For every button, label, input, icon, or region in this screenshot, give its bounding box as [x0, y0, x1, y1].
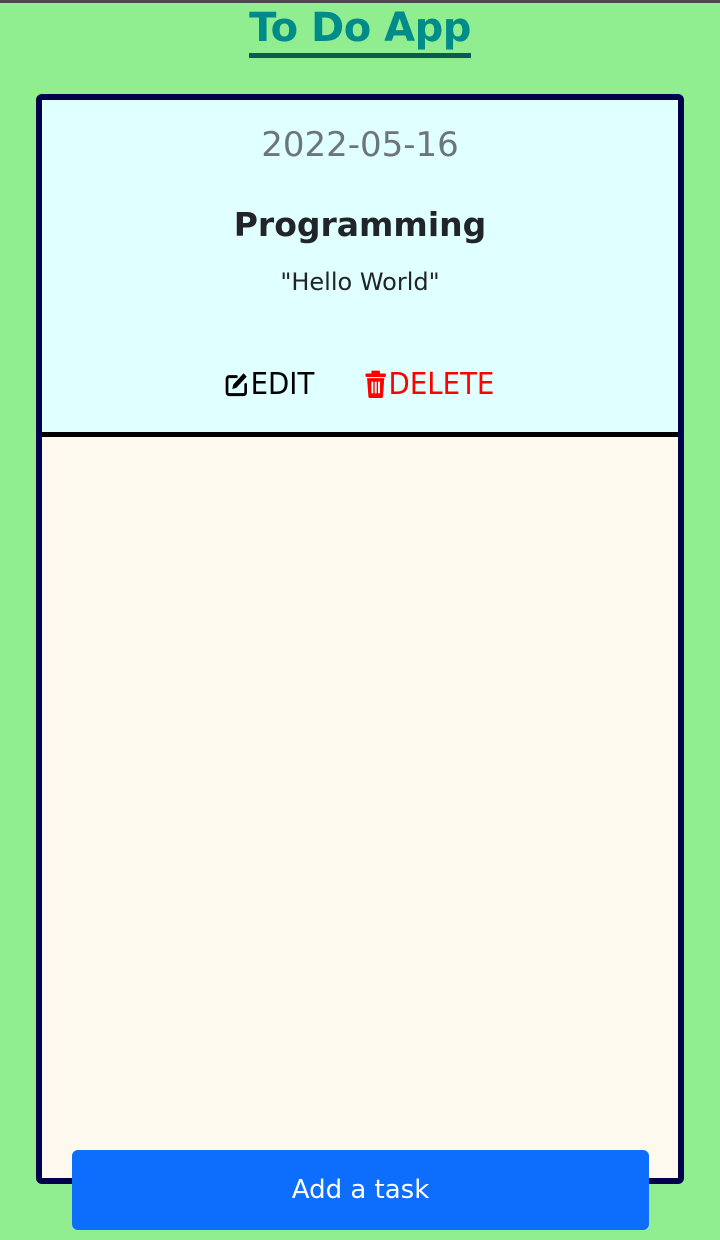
task-card: 2022-05-16 Programming "Hello World" EDI…	[42, 100, 678, 437]
edit-button[interactable]: EDIT	[224, 364, 315, 404]
app-title-text: To Do App	[249, 3, 471, 58]
task-actions: EDIT DELETE	[42, 364, 678, 404]
task-title: Programming	[233, 205, 487, 244]
delete-button[interactable]: DELETE	[364, 364, 494, 404]
edit-label: EDIT	[250, 366, 315, 402]
app-title: To Do App	[0, 2, 720, 58]
task-board: 2022-05-16 Programming "Hello World" EDI…	[36, 94, 684, 1184]
delete-label: DELETE	[388, 366, 494, 402]
task-date: 2022-05-16	[261, 125, 459, 165]
add-task-button[interactable]: Add a task	[72, 1150, 649, 1230]
edit-icon	[224, 371, 251, 398]
task-description: "Hello World"	[280, 268, 440, 296]
trash-icon	[364, 370, 388, 398]
